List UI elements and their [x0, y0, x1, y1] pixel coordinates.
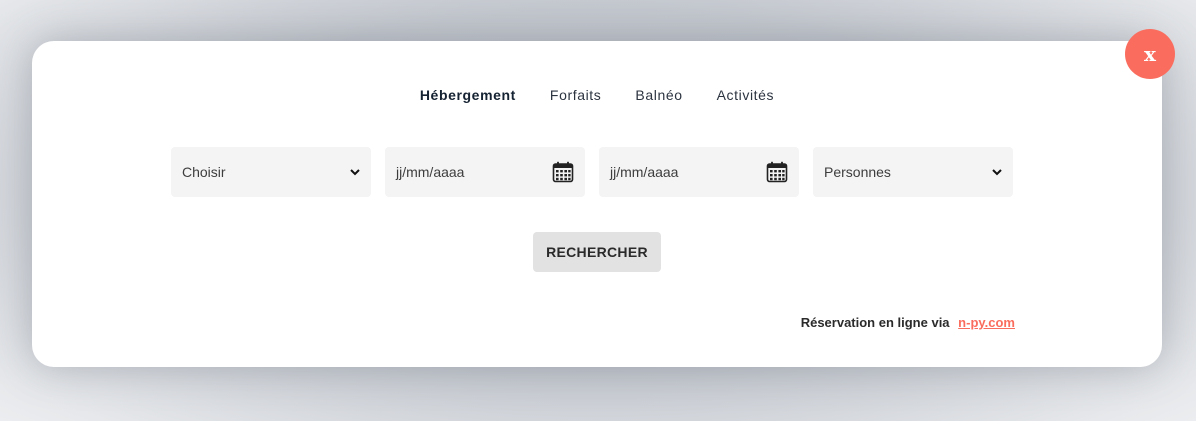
- chevron-down-icon: [992, 169, 1002, 176]
- tab-balneo[interactable]: Balnéo: [635, 87, 682, 103]
- search-button[interactable]: RECHERCHER: [533, 232, 661, 272]
- arrival-date-placeholder: jj/mm/aaaa: [396, 164, 465, 180]
- arrival-date-input[interactable]: jj/mm/aaaa: [385, 147, 585, 197]
- departure-date-input[interactable]: jj/mm/aaaa: [599, 147, 799, 197]
- close-button[interactable]: x: [1125, 29, 1175, 79]
- category-select[interactable]: Choisir: [171, 147, 371, 197]
- provider-link[interactable]: n-py.com: [958, 315, 1015, 330]
- booking-modal: Hébergement Forfaits Balnéo Activités Ch…: [32, 41, 1162, 367]
- persons-select-value: Personnes: [824, 164, 891, 180]
- booking-footer: Réservation en ligne via n-py.com: [801, 315, 1015, 330]
- persons-select[interactable]: Personnes: [813, 147, 1013, 197]
- tab-activites[interactable]: Activités: [717, 87, 775, 103]
- search-fields: Choisir jj/mm/aaaa jj/mm/aaaa Personnes: [171, 147, 1013, 197]
- calendar-icon[interactable]: [766, 161, 788, 183]
- booking-tabs: Hébergement Forfaits Balnéo Activités: [32, 87, 1162, 103]
- tab-forfaits[interactable]: Forfaits: [550, 87, 601, 103]
- departure-date-placeholder: jj/mm/aaaa: [610, 164, 679, 180]
- tab-hebergement[interactable]: Hébergement: [420, 87, 516, 103]
- category-select-value: Choisir: [182, 164, 226, 180]
- chevron-down-icon: [350, 169, 360, 176]
- calendar-icon[interactable]: [552, 161, 574, 183]
- footer-text: Réservation en ligne via: [800, 315, 950, 330]
- close-icon: x: [1144, 42, 1156, 66]
